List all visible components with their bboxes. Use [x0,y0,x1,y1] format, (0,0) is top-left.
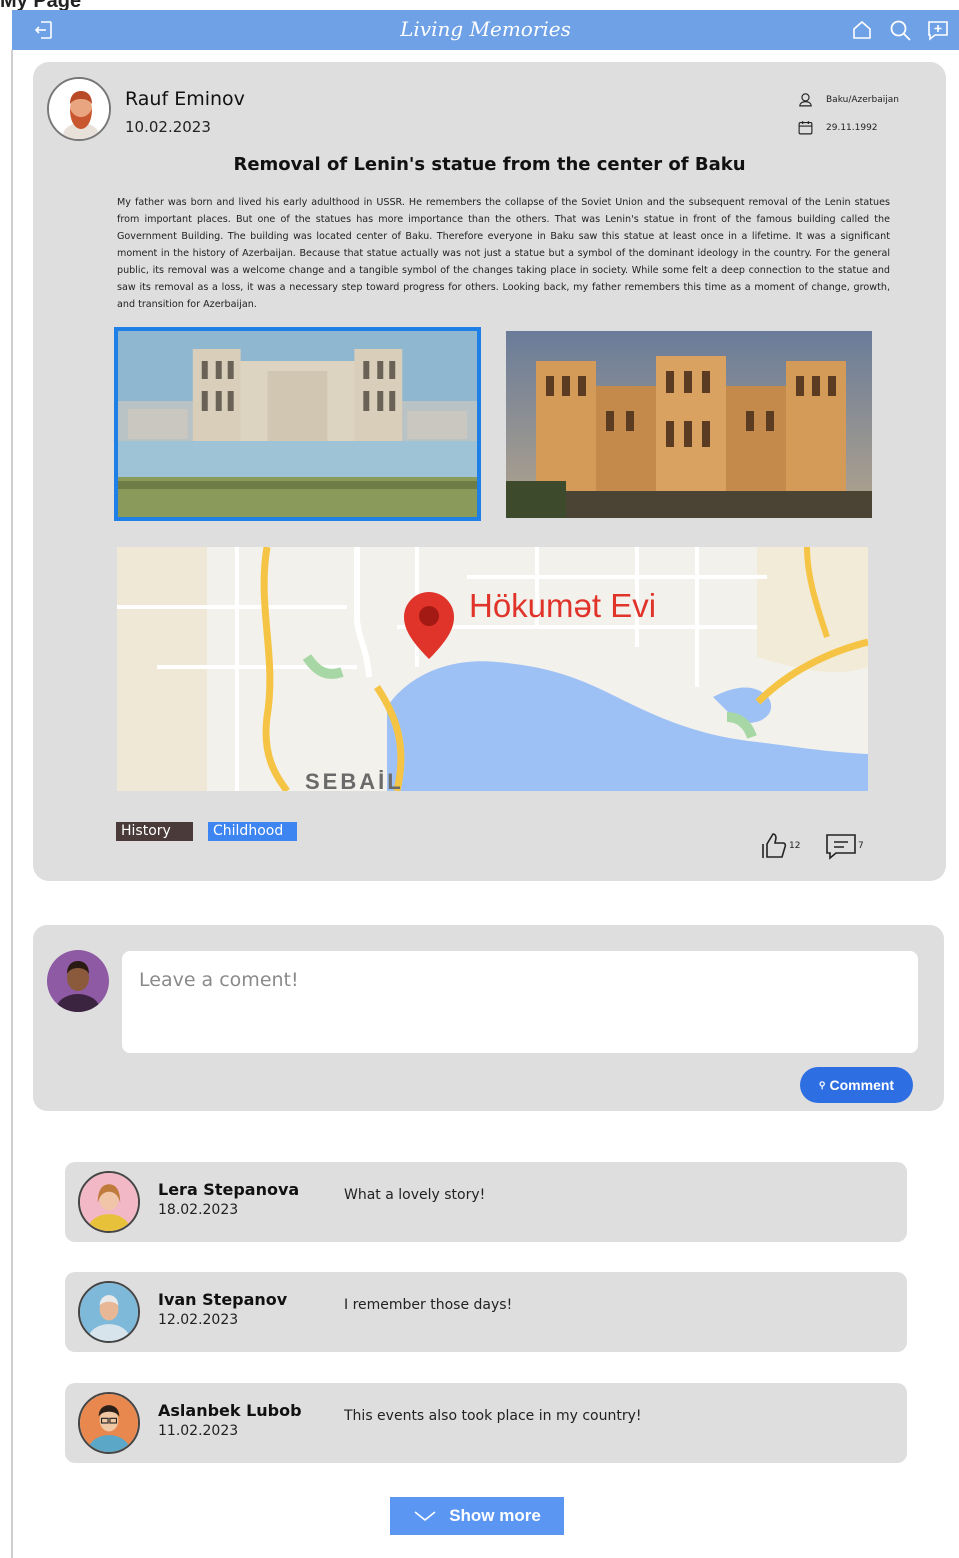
chevron-down-icon [414,1511,436,1522]
commenter-avatar[interactable] [78,1171,140,1233]
post-card: Rauf Eminov 10.02.2023 Baku/Azerbaijan 2… [33,62,946,881]
birth-date-text: 29.11.1992 [826,122,878,133]
map-district-label: SEBAİL [305,769,404,791]
location-map[interactable]: Hökumət Evi SEBAİL [117,547,868,791]
post-title: Removal of Lenin's statue from the cente… [233,154,746,175]
home-icon[interactable] [850,18,874,42]
like-stat: 12 [755,830,800,862]
comment-date: 12.02.2023 [158,1312,239,1328]
author-name[interactable]: Rauf Eminov [125,88,245,110]
current-user-avatar[interactable] [47,950,109,1012]
add-post-icon[interactable] [926,18,950,42]
like-icon[interactable] [755,830,789,862]
map-place-label: Hökumət Evi [469,587,657,624]
post-body: My father was born and lived his early a… [117,197,890,310]
birth-date-row: 29.11.1992 [797,119,878,136]
author-avatar[interactable] [47,77,111,141]
comment-text: What a lovely story! [344,1187,486,1203]
commenter-avatar[interactable] [78,1392,140,1454]
tag-history[interactable]: History [116,822,193,841]
calendar-icon [798,121,813,135]
comment-date: 11.02.2023 [158,1423,239,1439]
comment-item: Ivan Stepanov 12.02.2023 I remember thos… [65,1272,907,1352]
comment-text: This events also took place in my countr… [344,1408,642,1424]
app-title[interactable]: Living Memories [12,17,959,41]
commenter-name[interactable]: Aslanbek Lubob [158,1401,302,1420]
comment-stat: 7 [824,830,864,862]
frame-border [11,50,13,1558]
send-icon: ⚲ [818,1079,826,1090]
location-row: Baku/Azerbaijan [797,91,899,108]
app-header: Living Memories [12,10,959,50]
comment-icon[interactable] [824,830,858,862]
post-date: 10.02.2023 [125,118,211,136]
comment-count: 7 [858,841,864,851]
search-icon[interactable] [888,18,912,42]
comment-item: Lera Stepanova 18.02.2023 What a lovely … [65,1162,907,1242]
comment-input[interactable] [122,951,918,1053]
comment-text: I remember those days! [344,1297,513,1313]
post-photo-2[interactable] [506,331,872,518]
location-pin-icon [799,93,812,107]
commenter-avatar[interactable] [78,1281,140,1343]
comment-submit-button[interactable]: ⚲ Comment [800,1067,913,1103]
comment-composer: ⚲ Comment [33,925,944,1111]
comment-button-label: Comment [829,1077,895,1093]
show-more-label: Show more [449,1506,541,1525]
tag-childhood[interactable]: Childhood [208,822,297,841]
comment-date: 18.02.2023 [158,1202,239,1218]
location-text: Baku/Azerbaijan [826,94,899,105]
show-more-button[interactable]: Show more [390,1497,564,1535]
commenter-name[interactable]: Lera Stepanova [158,1180,299,1199]
commenter-name[interactable]: Ivan Stepanov [158,1290,287,1309]
post-photo-1[interactable] [114,327,481,521]
comment-item: Aslanbek Lubob 11.02.2023 This events al… [65,1383,907,1463]
like-count: 12 [789,841,801,851]
